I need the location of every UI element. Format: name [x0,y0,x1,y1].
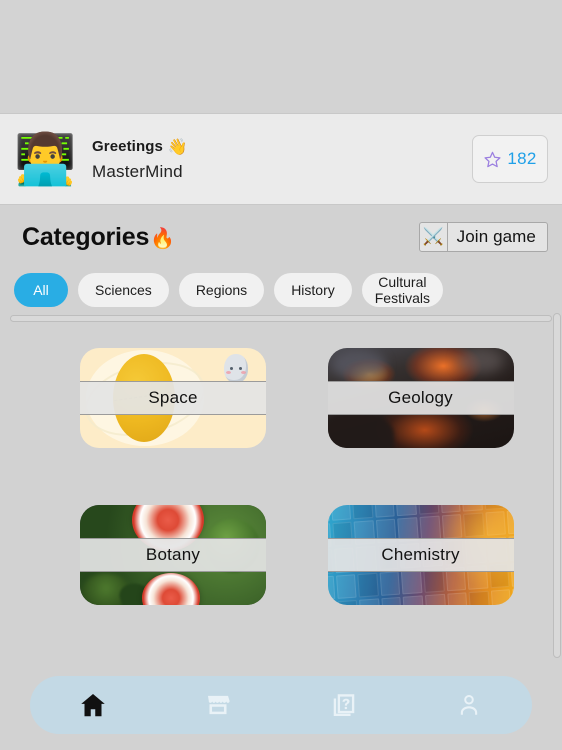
nav-item-profile[interactable] [407,676,533,734]
page-title: Categories 🔥 [22,223,175,252]
status-area [0,0,562,113]
user-name: MasterMind [92,161,183,181]
greeting-text: Greetings [92,138,163,155]
profile-icon [455,691,483,719]
quiz-icon [330,691,358,719]
filter-chip-all[interactable]: All [14,273,68,307]
waving-hand-icon: 👋 [167,138,188,156]
score-value: 182 [507,149,537,168]
title-row: Categories 🔥 ⚔️ Join game [0,213,562,261]
home-icon [78,690,108,720]
category-card-label: Space [80,381,266,415]
category-card-label: Chemistry [327,538,514,572]
join-game-button[interactable]: ⚔️ Join game [418,222,548,252]
crossed-swords-icon: ⚔️ [420,223,448,251]
fire-icon: 🔥 [150,227,175,250]
category-card-label: Geology [327,381,514,415]
filter-chip-regions[interactable]: Regions [178,273,265,307]
horizontal-scrollbar[interactable] [10,315,552,322]
nav-item-quiz[interactable] [281,676,407,734]
category-card-chemistry[interactable]: Chemistry [327,505,514,605]
category-card-space[interactable]: Space [80,348,266,448]
join-game-label: Join game [456,227,536,246]
store-icon [204,691,232,719]
bottom-navigation-bar [30,676,532,734]
category-card-label: Botany [80,538,266,572]
greeting-line: Greetings 👋 [92,137,472,157]
filter-chip-sciences[interactable]: Sciences [78,273,169,307]
category-card-botany[interactable]: Botany [80,505,266,605]
category-filter-tabs[interactable]: All Sciences Regions History Cultural Festiv… [0,268,562,312]
score-badge[interactable]: 182 [472,135,548,183]
category-grid: Space Geology Botany Chemistry [0,334,553,644]
avatar: 👨‍💻 [14,131,77,187]
page-title-text: Categories [22,222,150,251]
star-icon [483,150,502,169]
greeting-block: Greetings 👋 MasterMind [92,137,472,182]
nav-item-store[interactable] [156,676,282,734]
filter-chip-cultural-festivals[interactable]: Cultural Festivals [361,273,443,307]
nav-item-home[interactable] [30,676,156,734]
vertical-scrollbar[interactable] [553,313,561,658]
filter-chip-history[interactable]: History [274,273,352,307]
category-card-geology[interactable]: Geology [327,348,514,448]
user-header: 👨‍💻 Greetings 👋 MasterMind 182 [0,113,562,205]
